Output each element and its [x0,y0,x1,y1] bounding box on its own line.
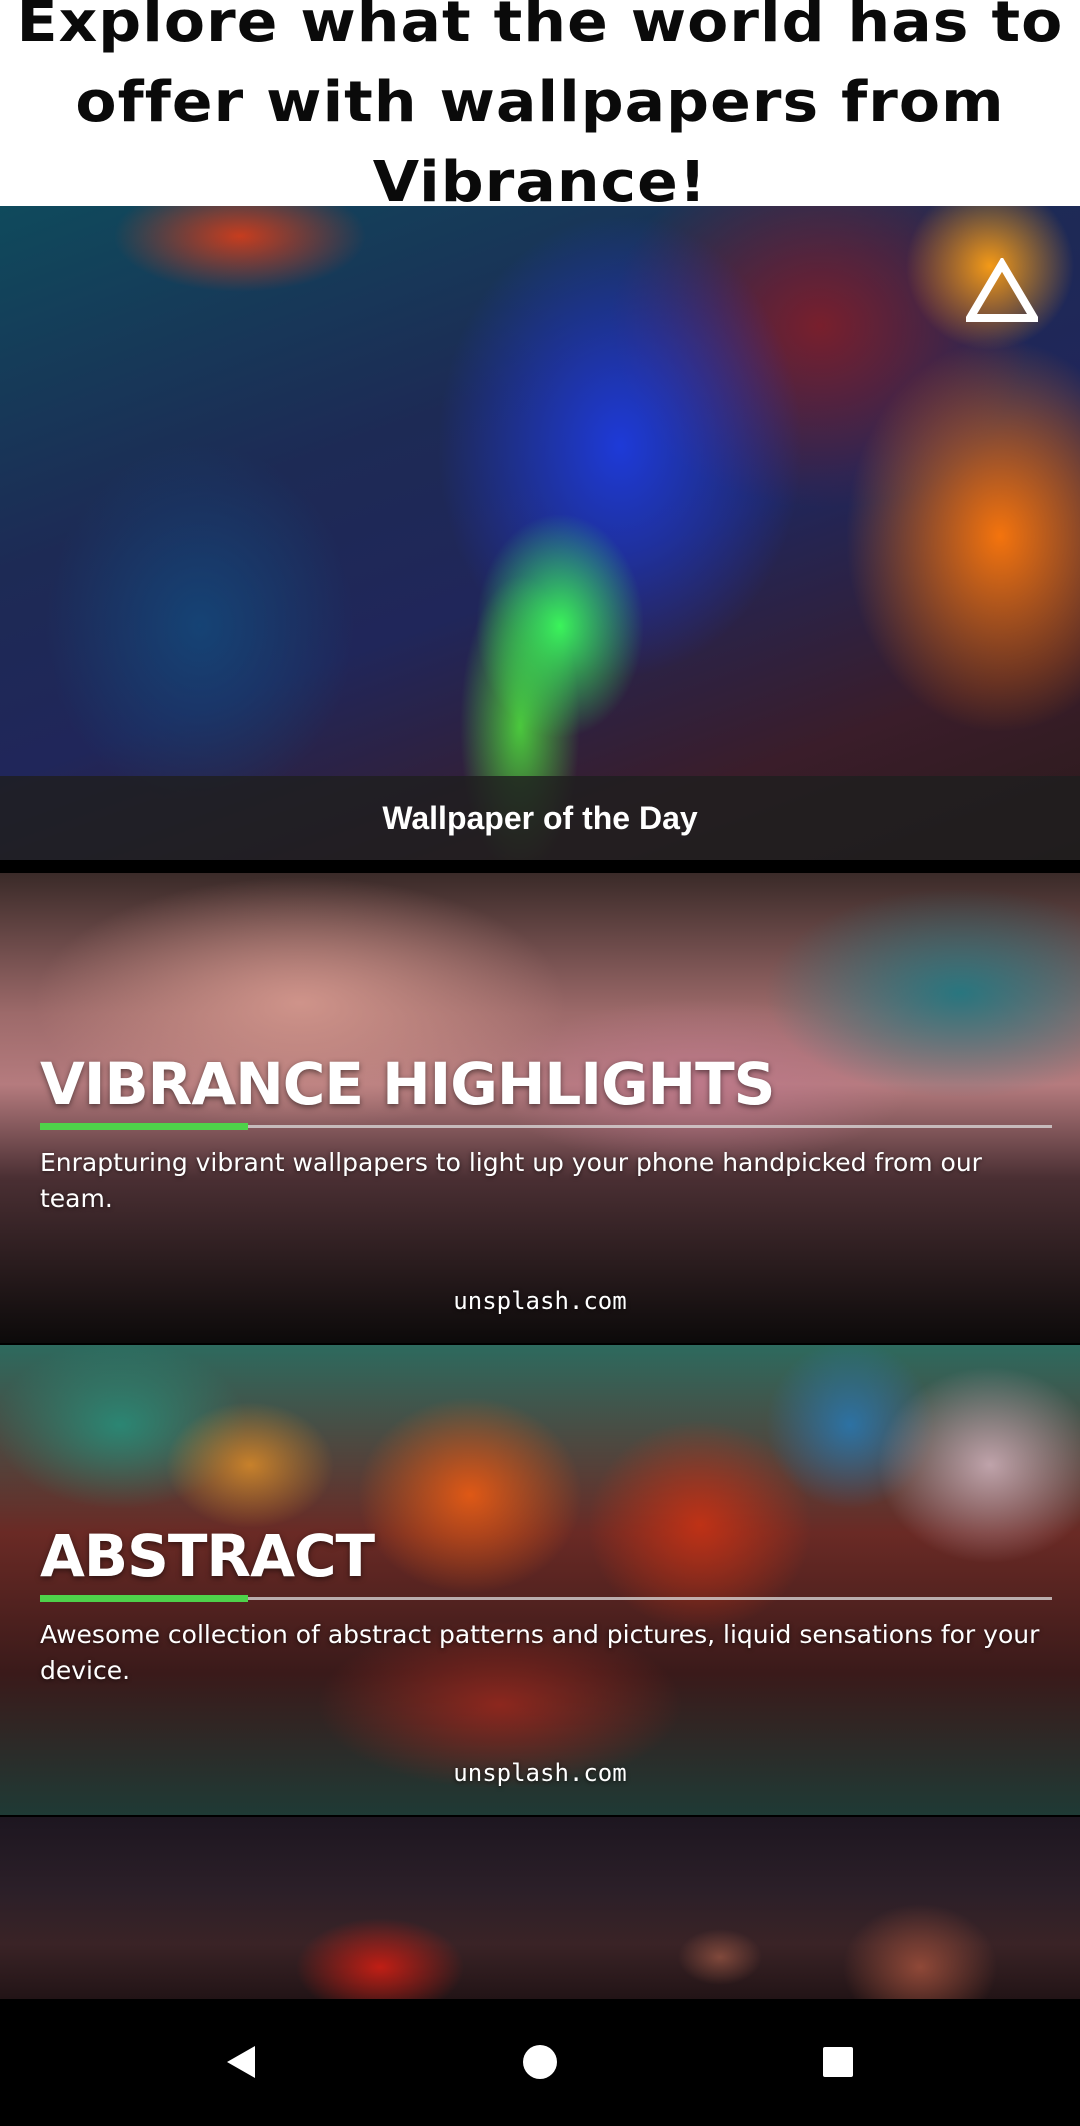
page-title: Explore what the world has to offer with… [16,0,1064,215]
vibrance-triangle-logo-icon [966,258,1038,322]
category-divider-accent [40,1595,248,1602]
recents-button[interactable] [803,2027,873,2097]
home-button[interactable] [505,2027,575,2097]
category-card-abstract[interactable]: ABSTRACT Awesome collection of abstract … [0,1345,1080,1815]
featured-caption-bar: Wallpaper of the Day [0,776,1080,860]
category-description: Enrapturing vibrant wallpapers to light … [40,1148,982,1213]
category-divider-accent [40,1123,248,1130]
category-source: unsplash.com [453,1759,627,1787]
back-triangle-icon [227,2046,255,2078]
featured-caption: Wallpaper of the Day [382,799,698,836]
app-screen: Explore what the world has to offer with… [0,0,1080,2126]
wallpaper-of-the-day-card[interactable]: Wallpaper of the Day [0,206,1080,860]
category-card-partial[interactable] [0,1817,1080,1999]
back-button[interactable] [206,2027,276,2097]
category-title: VIBRANCE HIGHLIGHTS [40,1050,775,1118]
category-description: Awesome collection of abstract patterns … [40,1620,1040,1685]
page-header: Explore what the world has to offer with… [0,0,1080,215]
system-navigation-bar [0,1999,1080,2126]
category-source: unsplash.com [453,1287,627,1315]
recents-square-icon [823,2047,853,2077]
category-title: ABSTRACT [40,1522,375,1590]
home-circle-icon [523,2045,557,2079]
category-card-vibrance-highlights[interactable]: VIBRANCE HIGHLIGHTS Enrapturing vibrant … [0,873,1080,1343]
